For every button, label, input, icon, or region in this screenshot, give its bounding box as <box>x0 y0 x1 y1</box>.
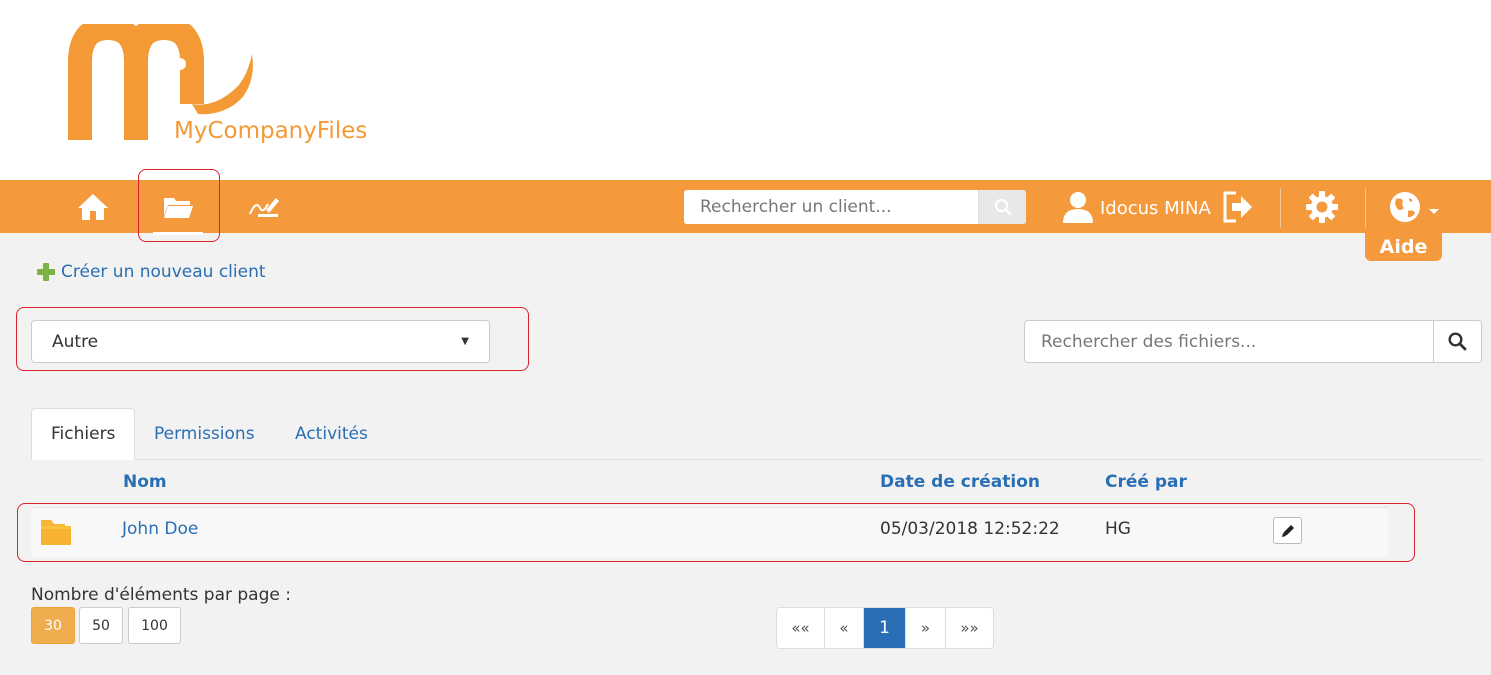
next-page-button[interactable]: » <box>906 608 946 648</box>
tab-activites[interactable]: Activités <box>276 408 387 460</box>
navbar-separator <box>1365 188 1366 228</box>
row-created-date: 05/03/2018 12:52:22 <box>880 519 1060 539</box>
per-page-30-button[interactable]: 30 <box>31 607 75 644</box>
row-created-by: HG <box>1105 519 1131 539</box>
pagination: «« « 1 » »» <box>776 607 994 649</box>
per-page-label: Nombre d'éléments par page : <box>31 585 291 605</box>
search-icon <box>994 198 1011 216</box>
file-search-button[interactable] <box>1434 320 1482 363</box>
column-header-name[interactable]: Nom <box>123 472 167 492</box>
column-header-created-by[interactable]: Créé par <box>1105 472 1187 492</box>
user-name[interactable]: Idocus MINA <box>1100 198 1211 219</box>
file-search <box>1024 320 1482 363</box>
per-page-100-button[interactable]: 100 <box>128 607 181 644</box>
logout-icon <box>1223 191 1252 222</box>
page-1-button[interactable]: 1 <box>864 608 906 648</box>
per-page-50-button[interactable]: 50 <box>79 607 123 644</box>
create-client-link[interactable]: Créer un nouveau client <box>36 262 266 282</box>
help-tab[interactable]: Aide <box>1365 233 1442 261</box>
header: MyCompanyFiles <box>0 0 1491 180</box>
edit-button[interactable] <box>1273 517 1302 544</box>
first-page-button[interactable]: «« <box>777 608 825 648</box>
client-type-select[interactable]: Autre ▼ <box>31 320 490 363</box>
tab-permissions[interactable]: Permissions <box>135 408 274 460</box>
column-header-created[interactable]: Date de création <box>880 472 1040 492</box>
gear-icon <box>1306 190 1338 223</box>
active-tab-indicator <box>153 232 203 235</box>
mycompanyfiles-logo[interactable]: MyCompanyFiles <box>66 15 376 154</box>
row-name-link[interactable]: John Doe <box>122 519 198 539</box>
user-button[interactable] <box>1058 180 1098 233</box>
nav-home-button[interactable] <box>66 180 120 233</box>
table-row[interactable] <box>31 507 1388 557</box>
search-icon <box>1448 332 1467 351</box>
home-icon <box>78 193 108 220</box>
tab-fichiers[interactable]: Fichiers <box>31 408 136 460</box>
settings-button[interactable] <box>1302 180 1342 233</box>
user-icon <box>1063 191 1093 223</box>
language-dropdown[interactable] <box>1384 180 1444 233</box>
signature-icon <box>249 197 279 217</box>
last-page-button[interactable]: »» <box>946 608 993 648</box>
folder-icon <box>41 520 71 545</box>
prev-page-button[interactable]: « <box>825 608 864 648</box>
select-caret-icon: ▼ <box>461 336 469 347</box>
client-search <box>684 190 1026 224</box>
brand-name: MyCompanyFiles <box>174 118 368 144</box>
nav-signature-button[interactable] <box>236 180 290 233</box>
file-search-input[interactable] <box>1024 320 1434 363</box>
caret-down-icon <box>1429 208 1439 214</box>
client-type-selected: Autre <box>52 331 99 352</box>
client-search-button[interactable] <box>978 190 1026 224</box>
folder-open-icon <box>164 197 193 218</box>
plus-icon <box>37 263 55 281</box>
globe-icon <box>1390 191 1420 222</box>
nav-files-button[interactable] <box>150 180 206 233</box>
navbar-separator <box>1280 188 1281 228</box>
client-search-input[interactable] <box>684 190 978 224</box>
create-client-label: Créer un nouveau client <box>61 262 266 282</box>
logout-button[interactable] <box>1218 180 1258 233</box>
pencil-icon <box>1281 524 1294 537</box>
